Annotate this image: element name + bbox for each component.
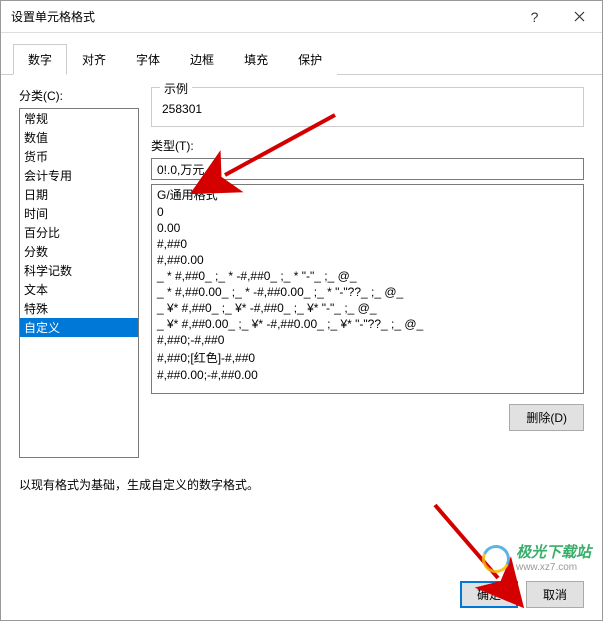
format-item[interactable]: _ ¥* #,##0_ ;_ ¥* -#,##0_ ;_ ¥* "-"_ ;_ … bbox=[152, 300, 583, 316]
format-item[interactable]: #,##0 bbox=[152, 236, 583, 252]
footer: 确定 取消 bbox=[1, 569, 602, 620]
category-item[interactable]: 货币 bbox=[20, 147, 138, 166]
sample-box: 示例 258301 bbox=[151, 87, 584, 127]
format-item[interactable]: #,##0.00;-#,##0.00 bbox=[152, 367, 583, 383]
right-column: 示例 258301 类型(T): G/通用格式00.00#,##0#,##0.0… bbox=[151, 87, 584, 458]
sample-label: 示例 bbox=[160, 80, 192, 97]
category-column: 分类(C): 常规数值货币会计专用日期时间百分比分数科学记数文本特殊自定义 bbox=[19, 87, 139, 458]
close-button[interactable] bbox=[557, 2, 602, 32]
category-item[interactable]: 会计专用 bbox=[20, 166, 138, 185]
format-item[interactable]: 0.00 bbox=[152, 220, 583, 236]
category-item[interactable]: 科学记数 bbox=[20, 261, 138, 280]
category-item[interactable]: 文本 bbox=[20, 280, 138, 299]
sample-value: 258301 bbox=[162, 102, 573, 116]
format-item[interactable]: _ ¥* #,##0.00_ ;_ ¥* -#,##0.00_ ;_ ¥* "-… bbox=[152, 316, 583, 332]
type-label: 类型(T): bbox=[151, 137, 584, 154]
dialog-title: 设置单元格格式 bbox=[11, 8, 512, 25]
tabs: 数字 对齐 字体 边框 填充 保护 bbox=[1, 37, 602, 75]
main-row: 分类(C): 常规数值货币会计专用日期时间百分比分数科学记数文本特殊自定义 示例… bbox=[19, 87, 584, 458]
ok-button[interactable]: 确定 bbox=[460, 581, 518, 608]
category-item[interactable]: 时间 bbox=[20, 204, 138, 223]
category-item[interactable]: 特殊 bbox=[20, 299, 138, 318]
category-item[interactable]: 自定义 bbox=[20, 318, 138, 337]
category-list[interactable]: 常规数值货币会计专用日期时间百分比分数科学记数文本特殊自定义 bbox=[19, 108, 139, 458]
format-item[interactable]: _ * #,##0.00_ ;_ * -#,##0.00_ ;_ * "-"??… bbox=[152, 284, 583, 300]
tab-number[interactable]: 数字 bbox=[13, 44, 67, 75]
help-button[interactable]: ? bbox=[512, 2, 557, 32]
category-label: 分类(C): bbox=[19, 87, 139, 104]
category-item[interactable]: 百分比 bbox=[20, 223, 138, 242]
tab-font[interactable]: 字体 bbox=[121, 44, 175, 75]
close-icon bbox=[574, 11, 585, 22]
titlebar-buttons: ? bbox=[512, 2, 602, 32]
cancel-button[interactable]: 取消 bbox=[526, 581, 584, 608]
format-list[interactable]: G/通用格式00.00#,##0#,##0.00_ * #,##0_ ;_ * … bbox=[151, 184, 584, 394]
tab-fill[interactable]: 填充 bbox=[229, 44, 283, 75]
format-item[interactable]: G/通用格式 bbox=[152, 185, 583, 204]
hint-text: 以现有格式为基础，生成自定义的数字格式。 bbox=[19, 476, 584, 493]
delete-row: 删除(D) bbox=[151, 404, 584, 431]
delete-button[interactable]: 删除(D) bbox=[509, 404, 584, 431]
format-item[interactable]: #,##0.00 bbox=[152, 252, 583, 268]
category-item[interactable]: 数值 bbox=[20, 128, 138, 147]
format-item[interactable]: #,##0;-#,##0 bbox=[152, 332, 583, 348]
format-item[interactable]: 0 bbox=[152, 204, 583, 220]
category-item[interactable]: 常规 bbox=[20, 109, 138, 128]
tab-alignment[interactable]: 对齐 bbox=[67, 44, 121, 75]
type-input[interactable] bbox=[151, 158, 584, 180]
tab-border[interactable]: 边框 bbox=[175, 44, 229, 75]
category-item[interactable]: 分数 bbox=[20, 242, 138, 261]
format-cells-dialog: 设置单元格格式 ? 数字 对齐 字体 边框 填充 保护 分类(C): 常规数值货… bbox=[0, 0, 603, 621]
category-item[interactable]: 日期 bbox=[20, 185, 138, 204]
tab-protection[interactable]: 保护 bbox=[283, 44, 337, 75]
content: 分类(C): 常规数值货币会计专用日期时间百分比分数科学记数文本特殊自定义 示例… bbox=[1, 75, 602, 569]
format-item[interactable]: _ * #,##0_ ;_ * -#,##0_ ;_ * "-"_ ;_ @_ bbox=[152, 268, 583, 284]
titlebar: 设置单元格格式 ? bbox=[1, 1, 602, 33]
format-item[interactable]: #,##0;[红色]-#,##0 bbox=[152, 348, 583, 367]
